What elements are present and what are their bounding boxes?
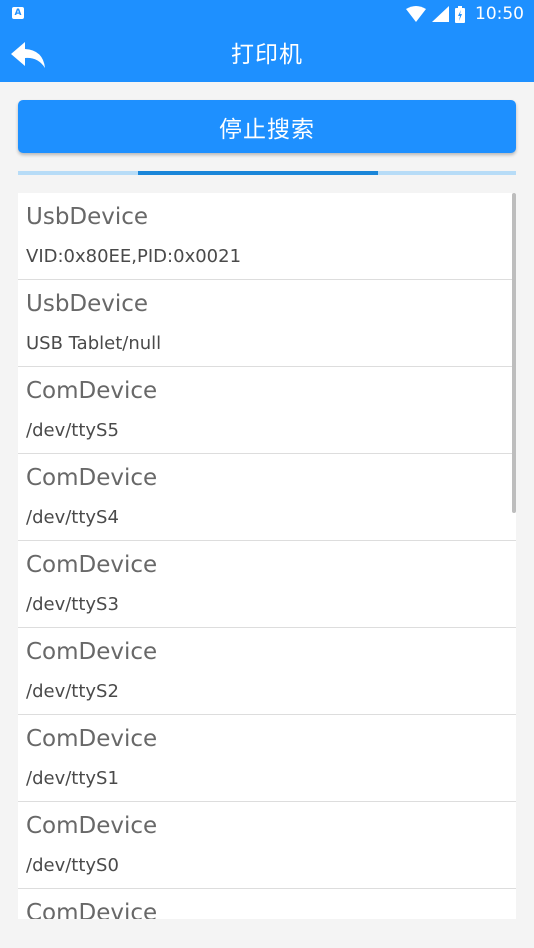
device-name: UsbDevice: [26, 204, 149, 230]
device-detail: /dev/ttyS2: [26, 681, 119, 702]
list-item[interactable]: ComDevice /dev/ttyS4: [18, 454, 516, 541]
list-item[interactable]: ComDevice /dev/ttyS3: [18, 541, 516, 628]
device-name: ComDevice: [26, 378, 158, 404]
page-title: 打印机: [231, 42, 303, 68]
list-item[interactable]: UsbDevice VID:0x80EE,PID:0x0021: [18, 193, 516, 280]
device-list[interactable]: UsbDevice VID:0x80EE,PID:0x0021 UsbDevic…: [18, 193, 516, 919]
device-name: UsbDevice: [26, 291, 149, 317]
search-progress-indicator: [138, 171, 378, 175]
signal-icon: [432, 6, 449, 22]
search-progress-bar: [18, 171, 516, 175]
battery-icon: [455, 5, 465, 23]
device-detail: /dev/ttyS4: [26, 507, 119, 528]
list-item[interactable]: ComDevice: [18, 889, 516, 919]
device-name: ComDevice: [26, 726, 158, 752]
device-detail: USB Tablet/null: [26, 333, 162, 354]
device-detail: VID:0x80EE,PID:0x0021: [26, 246, 242, 267]
device-name: ComDevice: [26, 813, 158, 839]
wifi-icon: [406, 6, 426, 22]
app-bar: 打印机: [0, 28, 534, 82]
list-item[interactable]: UsbDevice USB Tablet/null: [18, 280, 516, 367]
device-name: ComDevice: [26, 639, 158, 665]
device-detail: /dev/ttyS1: [26, 768, 119, 789]
status-time: 10:50: [475, 4, 524, 24]
device-name: ComDevice: [26, 552, 158, 578]
list-item[interactable]: ComDevice /dev/ttyS1: [18, 715, 516, 802]
list-item[interactable]: ComDevice /dev/ttyS2: [18, 628, 516, 715]
device-name: ComDevice: [26, 465, 158, 491]
app-notification-icon: A: [12, 7, 24, 19]
device-detail: /dev/ttyS3: [26, 594, 119, 615]
device-name: ComDevice: [26, 900, 158, 919]
status-icons: 10:50: [406, 4, 524, 24]
status-bar: A 10:50: [0, 0, 534, 28]
list-item[interactable]: ComDevice /dev/ttyS5: [18, 367, 516, 454]
stop-search-button[interactable]: 停止搜索: [18, 100, 516, 153]
list-item[interactable]: ComDevice /dev/ttyS0: [18, 802, 516, 889]
device-detail: /dev/ttyS0: [26, 855, 119, 876]
scrollbar[interactable]: [512, 193, 516, 513]
device-detail: /dev/ttyS5: [26, 420, 119, 441]
